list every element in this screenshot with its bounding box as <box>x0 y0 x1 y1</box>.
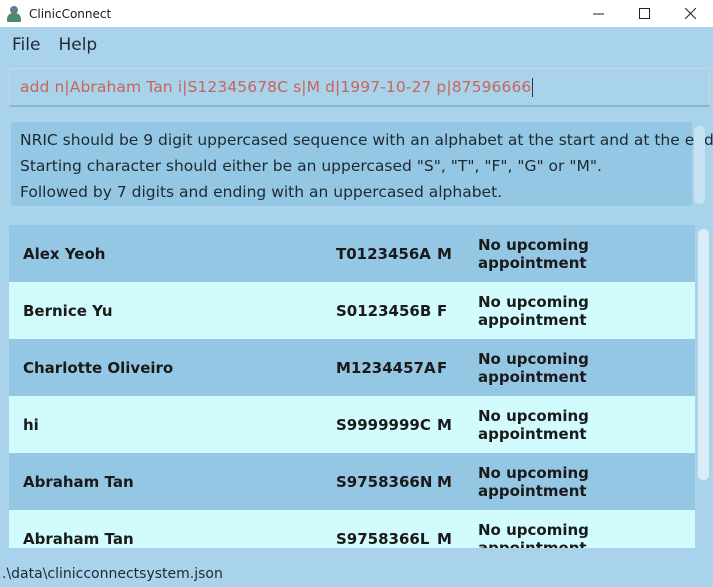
status-bar: .\data\clinicconnectsystem.json <box>0 560 713 587</box>
patient-row[interactable]: Bernice Yu S0123456B F No upcoming appoi… <box>9 282 695 339</box>
patient-name: Abraham Tan <box>23 529 134 548</box>
close-button[interactable] <box>667 0 713 27</box>
patient-sex: M <box>437 529 452 548</box>
maximize-icon <box>638 8 650 19</box>
patient-row[interactable]: Alex Yeoh T0123456A M No upcoming appoin… <box>9 225 695 282</box>
patient-appointment: No upcoming appointment <box>478 292 589 329</box>
patient-appointment: No upcoming appointment <box>478 520 589 549</box>
data-file-path: .\data\clinicconnectsystem.json <box>2 565 223 582</box>
patient-nric: S9758366L <box>336 529 430 548</box>
patient-row[interactable]: Charlotte Oliveiro M1234457A F No upcomi… <box>9 339 695 396</box>
patient-list: Alex Yeoh T0123456A M No upcoming appoin… <box>9 225 695 548</box>
patient-nric: S9758366N <box>336 472 433 491</box>
minimize-button[interactable] <box>575 0 621 27</box>
menu-file[interactable]: File <box>12 35 40 55</box>
result-scrollbar[interactable] <box>694 126 705 204</box>
list-scrollbar[interactable] <box>698 229 709 480</box>
patient-row[interactable]: Abraham Tan S9758366L M No upcoming appo… <box>9 510 695 548</box>
patient-name: Abraham Tan <box>23 472 134 491</box>
patient-sex: M <box>437 415 452 434</box>
maximize-button[interactable] <box>621 0 667 27</box>
patient-nric: M1234457A <box>336 358 436 377</box>
text-caret <box>532 77 534 97</box>
command-input[interactable]: add n|Abraham Tan i|S12345678C s|M d|199… <box>9 68 710 107</box>
patient-appointment: No upcoming appointment <box>478 406 589 443</box>
result-line: NRIC should be 9 digit uppercased sequen… <box>20 131 713 149</box>
patient-row[interactable]: hi S9999999C M No upcoming appointment <box>9 396 695 453</box>
patient-sex: M <box>437 472 452 491</box>
patient-name: hi <box>23 415 39 434</box>
window-title: ClinicConnect <box>29 6 112 21</box>
patient-sex: M <box>437 244 452 263</box>
patient-name: Bernice Yu <box>23 301 113 320</box>
patient-row[interactable]: Abraham Tan S9758366N M No upcoming appo… <box>9 453 695 510</box>
menu-bar: File Help <box>0 27 713 63</box>
patient-name: Charlotte Oliveiro <box>23 358 174 377</box>
result-line: Followed by 7 digits and ending with an … <box>20 183 503 201</box>
menu-help[interactable]: Help <box>58 35 97 55</box>
patient-appointment: No upcoming appointment <box>478 349 589 386</box>
close-icon <box>684 8 696 19</box>
patient-appointment: No upcoming appointment <box>478 235 589 272</box>
window-controls <box>575 0 713 27</box>
result-line: Starting character should either be an u… <box>20 157 602 175</box>
result-display: NRIC should be 9 digit uppercased sequen… <box>11 122 713 206</box>
title-bar: ClinicConnect <box>0 0 713 27</box>
minimize-icon <box>592 13 604 15</box>
patient-nric: S0123456B <box>336 301 432 320</box>
person-icon <box>7 5 21 22</box>
patient-nric: T0123456A <box>336 244 431 263</box>
patient-nric: S9999999C <box>336 415 431 434</box>
command-text: add n|Abraham Tan i|S12345678C s|M d|199… <box>20 78 532 96</box>
patient-appointment: No upcoming appointment <box>478 463 589 500</box>
patient-sex: F <box>437 358 448 377</box>
patient-sex: F <box>437 301 448 320</box>
patient-name: Alex Yeoh <box>23 244 106 263</box>
